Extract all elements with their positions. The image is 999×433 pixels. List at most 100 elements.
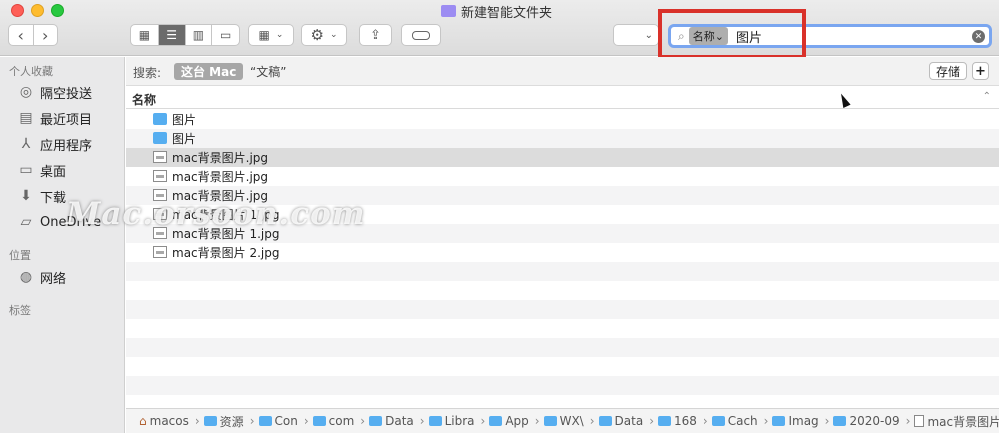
folder-icon xyxy=(543,416,557,426)
window-title: 新建智能文件夹 xyxy=(441,3,552,21)
grid-icon: ▦ xyxy=(138,28,151,42)
path-label: Cach xyxy=(727,414,758,428)
path-item[interactable]: Libra › xyxy=(428,414,486,428)
path-label: Con xyxy=(274,414,298,428)
add-criteria-button[interactable]: + xyxy=(972,62,989,80)
image-file-icon xyxy=(153,246,167,258)
path-item[interactable]: 资源 › xyxy=(203,413,255,430)
nav-buttons: ‹ › xyxy=(8,24,58,46)
list-item[interactable]: mac背景图片.jpg xyxy=(126,148,999,167)
group-grid-icon: ▦ xyxy=(258,28,270,42)
chevron-right-icon: › xyxy=(480,414,486,428)
back-button[interactable]: ‹ xyxy=(9,25,34,45)
sidebar-item-label: OneDrive xyxy=(40,214,102,230)
scope-this-mac-button[interactable]: 这台 Mac xyxy=(174,63,244,80)
path-label: Data xyxy=(614,414,644,428)
chevron-right-icon: › xyxy=(824,414,830,428)
sidebar-item-downloads[interactable]: ⬇ 下载 xyxy=(18,186,66,206)
sort-menu-button[interactable]: ⌄ xyxy=(613,24,659,46)
close-window-button[interactable] xyxy=(11,4,24,17)
chevron-right-icon: › xyxy=(702,414,708,428)
path-label: Imag xyxy=(788,414,819,428)
path-item[interactable]: 2020-09 › xyxy=(833,414,910,428)
chevron-right-icon: › xyxy=(589,414,595,428)
scope-documents-button[interactable]: “文稿” xyxy=(250,63,286,80)
list-item[interactable]: 图片 xyxy=(126,110,999,129)
path-label: com xyxy=(328,414,355,428)
list-item[interactable]: mac背景图片.jpg xyxy=(126,186,999,205)
tag-button[interactable] xyxy=(401,24,441,46)
smart-folder-icon xyxy=(441,5,456,17)
file-list: 图片 图片 mac背景图片.jpg mac背景图片.jpg mac背景图片.jp… xyxy=(126,110,999,408)
path-item[interactable]: App › xyxy=(489,414,540,428)
desktop-icon: ▭ xyxy=(19,162,33,178)
path-item[interactable]: Data › xyxy=(369,414,425,428)
list-item[interactable]: 图片 xyxy=(126,129,999,148)
path-item[interactable]: mac背景图片.jpg xyxy=(914,413,999,430)
folder-icon xyxy=(711,416,725,426)
sidebar-item-desktop[interactable]: ▭ 桌面 xyxy=(18,160,66,180)
search-scope-bar: 搜索: 这台 Mac “文稿” 存储 + xyxy=(126,57,999,86)
path-item[interactable]: com › xyxy=(312,414,365,428)
list-item[interactable]: mac背景图片 2.jpg xyxy=(126,243,999,262)
highlight-frame xyxy=(658,9,806,59)
share-button[interactable]: ⇪ xyxy=(359,24,392,46)
sidebar-item-network[interactable]: ◍ 网络 xyxy=(18,267,66,287)
path-item[interactable]: Data › xyxy=(598,414,654,428)
chevron-right-icon: › xyxy=(649,414,654,428)
sidebar-item-recents[interactable]: ▤ 最近项目 xyxy=(18,108,92,128)
folder-icon xyxy=(258,416,272,426)
favorites-header: 个人收藏 xyxy=(9,65,53,78)
file-name: mac背景图片 1.jpg xyxy=(172,227,280,241)
list-item[interactable]: mac背景图片.jpg xyxy=(126,167,999,186)
scope-label: 搜索: xyxy=(133,66,162,80)
empty-row xyxy=(126,300,999,319)
column-view-button[interactable]: ▥ xyxy=(186,25,213,45)
tag-icon xyxy=(412,30,430,40)
network-icon: ◍ xyxy=(19,269,33,285)
action-menu-button[interactable]: ⚙ ⌄ xyxy=(301,24,347,46)
folder-icon xyxy=(658,416,671,426)
clear-search-icon[interactable]: ✕ xyxy=(972,30,985,43)
list-view-button[interactable]: ☰ xyxy=(158,25,186,45)
minimize-window-button[interactable] xyxy=(31,4,44,17)
save-search-button[interactable]: 存储 xyxy=(929,62,968,80)
path-label: Libra xyxy=(444,414,475,428)
file-name: mac背景图片.jpg xyxy=(172,189,269,203)
sidebar-item-applications[interactable]: ⅄ 应用程序 xyxy=(18,134,92,154)
sidebar-item-airdrop[interactable]: ◎ 隔空投送 xyxy=(18,82,92,102)
path-item[interactable]: ⌂ macos › xyxy=(139,414,200,428)
chevron-down-icon: ⌄ xyxy=(644,29,653,41)
gallery-view-button[interactable]: ▭ xyxy=(212,25,239,45)
list-item[interactable]: mac背景图片 1.jpg xyxy=(126,224,999,243)
forward-button[interactable]: › xyxy=(34,25,58,45)
locations-header: 位置 xyxy=(9,249,31,262)
file-name: mac背景图片.jpg xyxy=(172,151,269,165)
path-item[interactable]: 168 › xyxy=(658,414,708,428)
chevron-right-icon: › xyxy=(534,414,540,428)
path-item[interactable]: WX\ › xyxy=(543,414,595,428)
path-item[interactable]: Cach › xyxy=(711,414,769,428)
folder-icon xyxy=(833,416,847,426)
list-icon: ☰ xyxy=(166,28,177,42)
empty-row xyxy=(126,376,999,395)
file-name: 图片 xyxy=(172,113,197,127)
airdrop-icon: ◎ xyxy=(19,84,33,100)
path-bar: ⌂ macos › 资源 › Con › com › Data › Libra › App › … xyxy=(126,408,999,433)
applications-icon: ⅄ xyxy=(21,136,31,152)
path-item[interactable]: Imag › xyxy=(772,414,829,428)
path-item[interactable]: Con › xyxy=(258,414,309,428)
chevron-right-icon: › xyxy=(763,414,769,428)
column-name-header[interactable]: 名称 xyxy=(132,91,156,108)
list-item[interactable]: mac背景图片 1.jpg xyxy=(126,205,999,224)
icon-view-button[interactable]: ▦ xyxy=(131,25,159,45)
view-mode-control: ▦ ☰ ▥ ▭ xyxy=(130,24,240,46)
file-name: mac背景图片 2.jpg xyxy=(172,246,280,260)
downloads-icon: ⬇ xyxy=(20,188,32,204)
chevron-right-icon: › xyxy=(419,414,425,428)
sidebar-item-onedrive[interactable]: ▱ OneDrive xyxy=(18,212,102,232)
sidebar-item-label: 应用程序 xyxy=(40,138,93,154)
zoom-window-button[interactable] xyxy=(51,4,64,17)
group-by-button[interactable]: ▦ ⌄ xyxy=(248,24,294,46)
gear-icon: ⚙ xyxy=(310,26,324,44)
